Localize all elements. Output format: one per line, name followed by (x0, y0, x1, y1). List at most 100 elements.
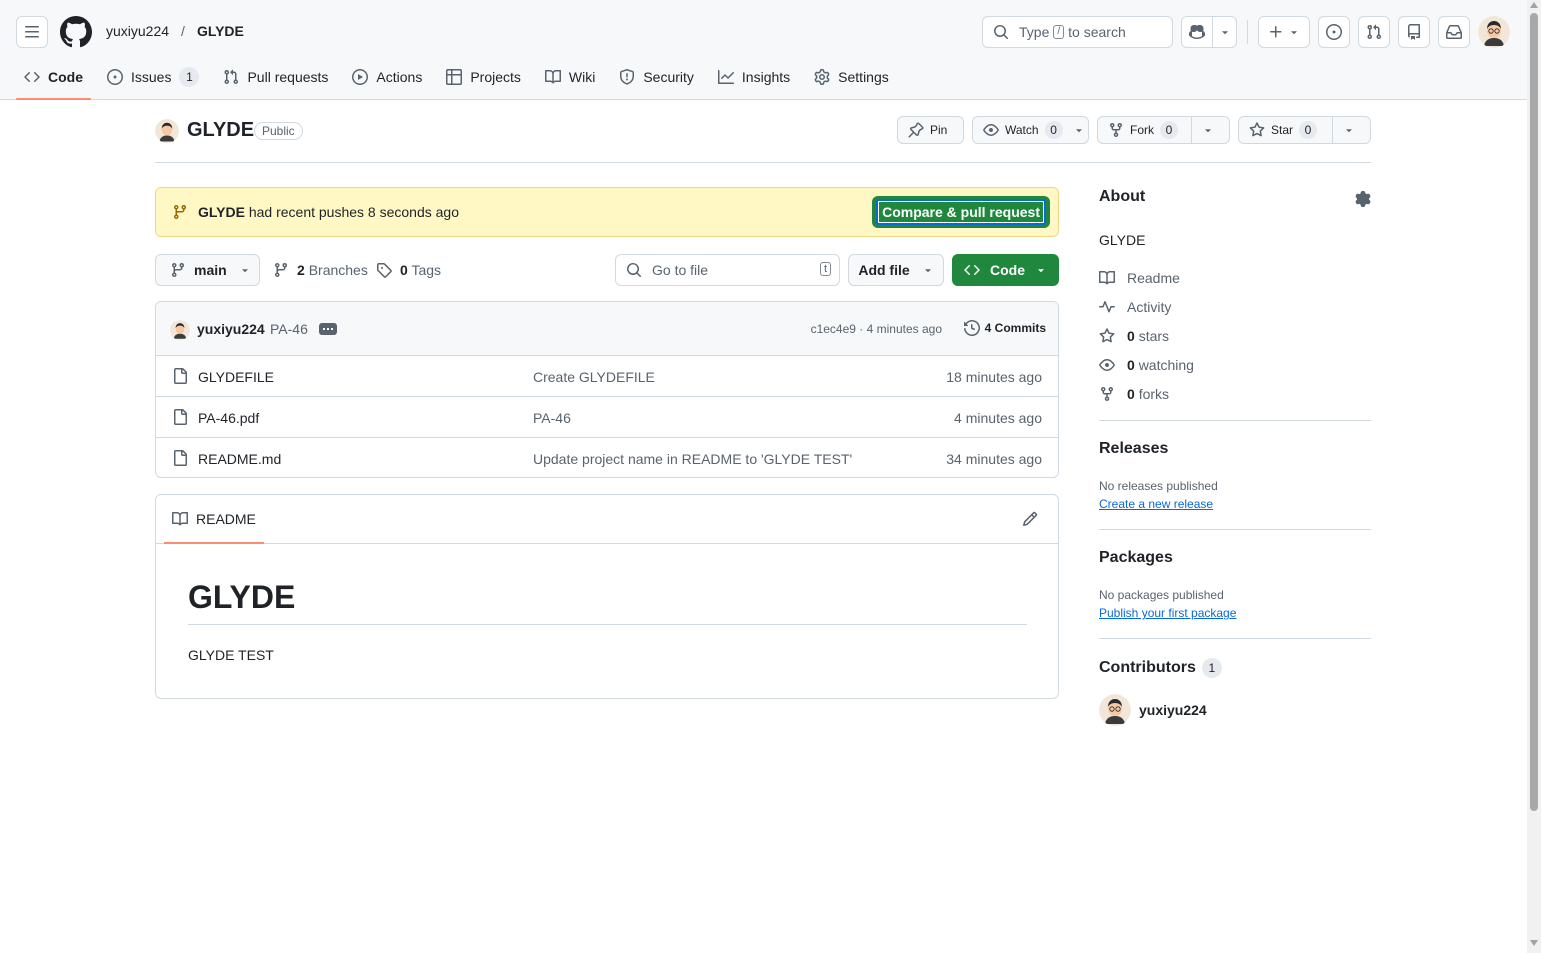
tags-link[interactable]: 0 Tags (376, 262, 441, 278)
packages-heading[interactable]: Packages (1099, 549, 1173, 567)
tags-count: 0 (400, 262, 408, 278)
tab-security[interactable]: Security (611, 60, 702, 94)
forks-link[interactable]: 0 forks (1099, 386, 1169, 402)
releases-heading[interactable]: Releases (1099, 440, 1168, 458)
file-commit-message[interactable]: Create GLYDEFILE (533, 369, 655, 385)
file-name[interactable]: PA-46.pdf (198, 410, 259, 426)
about-sidebar: About GLYDE Readme Activity 0 stars 0 wa… (1099, 188, 1371, 726)
pulse-icon (1099, 301, 1115, 313)
watch-label: Watch (1005, 123, 1039, 137)
tab-issues[interactable]: Issues 1 (99, 60, 207, 94)
inbox-button[interactable] (1438, 16, 1470, 48)
tab-pull-requests[interactable]: Pull requests (215, 60, 336, 94)
go-to-file-placeholder: Go to file (652, 262, 709, 278)
star-button[interactable]: Star 0 (1238, 116, 1371, 144)
repositories-header-button[interactable] (1398, 16, 1430, 48)
stars-label: stars (1138, 328, 1170, 344)
commit-message[interactable]: PA-46 (270, 321, 308, 337)
watching-count: 0 (1127, 357, 1135, 373)
file-name[interactable]: README.md (198, 451, 281, 467)
repo-name[interactable]: GLYDE (187, 119, 254, 142)
packages-empty-text: No packages published (1099, 588, 1224, 602)
stars-link[interactable]: 0 stars (1099, 328, 1169, 344)
issues-count-badge: 1 (179, 67, 200, 87)
create-release-link[interactable]: Create a new release (1099, 497, 1213, 511)
issues-header-button[interactable] (1318, 16, 1350, 48)
scrollbar-thumb[interactable] (1530, 13, 1538, 811)
table-row[interactable]: GLYDEFILE Create GLYDEFILE 18 minutes ag… (156, 356, 1058, 397)
forks-label: forks (1138, 386, 1170, 402)
fork-button[interactable]: Fork 0 (1097, 116, 1230, 144)
commit-author-avatar[interactable] (170, 320, 190, 340)
eye-icon (1099, 359, 1115, 371)
watch-button[interactable]: Watch 0 (972, 116, 1089, 144)
pin-button[interactable]: Pin (897, 116, 964, 144)
readme-link[interactable]: Readme (1099, 270, 1180, 286)
tab-projects-label: Projects (470, 69, 521, 85)
eye-icon (983, 124, 999, 136)
pull-requests-header-button[interactable] (1358, 16, 1390, 48)
copilot-dropdown[interactable] (1212, 17, 1236, 47)
tab-settings-label: Settings (838, 69, 889, 85)
code-button[interactable]: Code (952, 254, 1059, 286)
search-shortcut-key: / (1053, 25, 1065, 39)
search-input[interactable]: Type / to search (982, 16, 1173, 48)
repo-owner-avatar[interactable] (155, 119, 179, 143)
avatar-image-icon (1099, 694, 1131, 726)
commit-details-toggle[interactable] (319, 323, 337, 335)
activity-link[interactable]: Activity (1099, 299, 1171, 315)
contributor-item[interactable]: yuxiyu224 (1099, 694, 1207, 726)
branch-selector[interactable]: main (155, 254, 260, 286)
file-commit-message[interactable]: Update project name in README to 'GLYDE … (533, 451, 852, 467)
commit-author[interactable]: yuxiyu224 (197, 321, 265, 337)
tab-actions[interactable]: Actions (344, 60, 430, 94)
tab-projects[interactable]: Projects (438, 60, 529, 94)
repo-forked-icon (1101, 387, 1113, 402)
page-scrollbar[interactable] (1527, 0, 1541, 953)
go-to-file-input[interactable]: Go to file t (615, 254, 840, 286)
copilot-button[interactable] (1182, 17, 1212, 47)
file-icon (174, 450, 187, 466)
user-avatar[interactable] (1478, 16, 1510, 48)
fork-dropdown[interactable] (1191, 117, 1224, 143)
tab-insights[interactable]: Insights (710, 60, 798, 94)
tab-code[interactable]: Code (16, 60, 91, 100)
commits-history-link[interactable]: 4 Commits (963, 320, 1046, 336)
graph-icon (717, 70, 734, 84)
contributors-heading[interactable]: Contributors (1099, 659, 1196, 677)
menu-button[interactable] (16, 16, 48, 48)
book-icon (172, 511, 188, 526)
tab-readme[interactable]: README (164, 495, 264, 544)
compare-pull-request-button[interactable]: Compare & pull request (872, 196, 1050, 228)
git-branch-icon (274, 263, 287, 278)
create-new-button[interactable] (1258, 16, 1310, 48)
star-icon (1099, 328, 1115, 343)
edit-about-button[interactable] (1355, 191, 1371, 207)
scroll-up-arrow-icon[interactable] (1530, 2, 1538, 8)
tab-security-label: Security (643, 69, 694, 85)
github-logo-icon[interactable] (60, 16, 92, 48)
publish-package-link[interactable]: Publish your first package (1099, 606, 1236, 620)
watch-dropdown[interactable] (1071, 124, 1089, 136)
table-row[interactable]: README.md Update project name in README … (156, 438, 1058, 477)
watching-link[interactable]: 0 watching (1099, 357, 1194, 373)
table-row[interactable]: PA-46.pdf PA-46 4 minutes ago (156, 397, 1058, 438)
file-name[interactable]: GLYDEFILE (198, 369, 274, 385)
breadcrumb-repo[interactable]: GLYDE (197, 23, 244, 39)
scroll-down-arrow-icon[interactable] (1530, 940, 1538, 946)
contributor-avatar[interactable] (1099, 694, 1131, 726)
edit-readme-button[interactable] (1022, 511, 1038, 527)
tab-wiki[interactable]: Wiki (537, 60, 603, 94)
breadcrumb-owner[interactable]: yuxiyu224 (106, 23, 169, 39)
commit-hash-time[interactable]: c1ec4e9 · 4 minutes ago (811, 322, 942, 336)
search-placeholder-prefix: Type (1019, 24, 1050, 40)
triangle-down-icon (1205, 129, 1211, 133)
file-commit-message[interactable]: PA-46 (533, 410, 571, 426)
tab-settings[interactable]: Settings (806, 60, 897, 94)
forks-count: 0 (1127, 386, 1135, 402)
branches-link[interactable]: 2 Branches (273, 262, 368, 278)
pin-icon (908, 122, 924, 138)
readme-panel: README GLYDE GLYDE TEST (155, 494, 1059, 699)
star-dropdown[interactable] (1332, 117, 1365, 143)
add-file-button[interactable]: Add file (848, 254, 944, 286)
